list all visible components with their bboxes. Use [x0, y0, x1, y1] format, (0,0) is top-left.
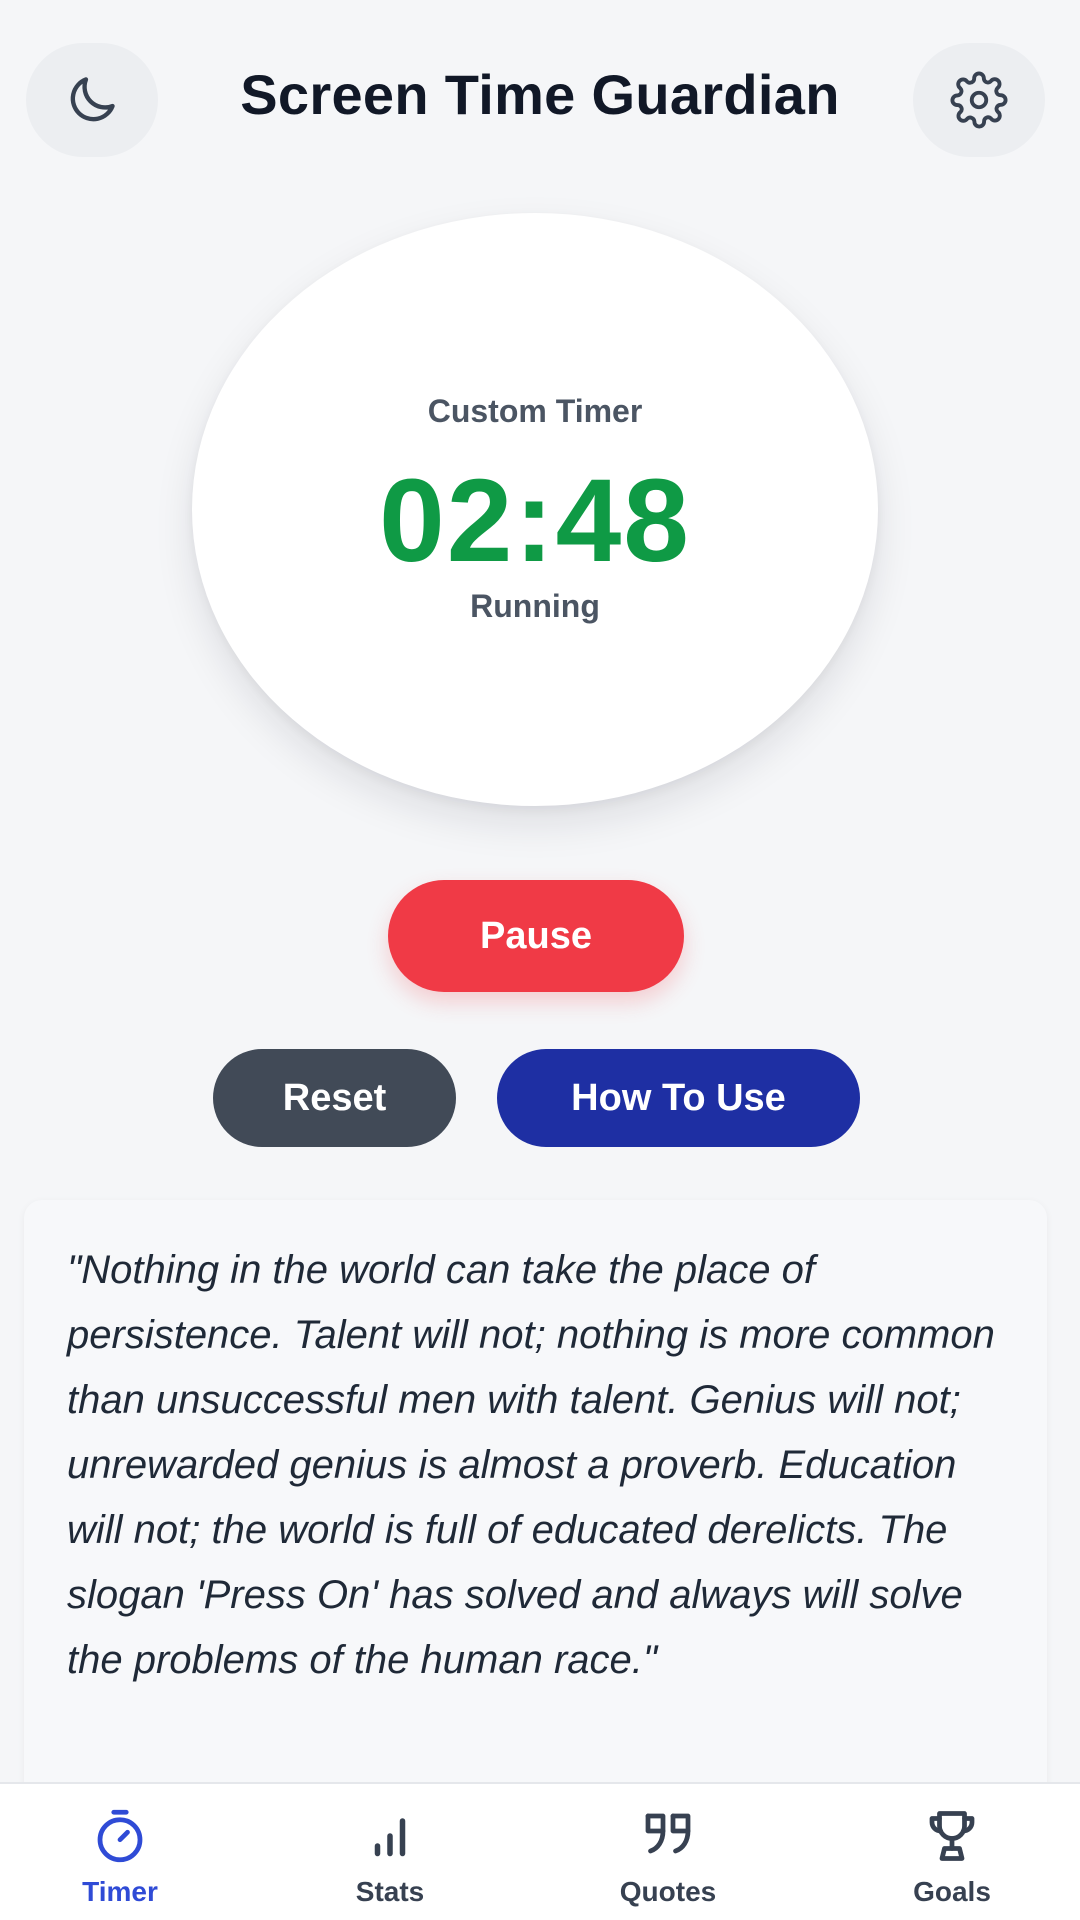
- quote-icon: [645, 1813, 691, 1854]
- nav-label-timer: Timer: [82, 1876, 158, 1907]
- settings-button[interactable]: [913, 43, 1045, 157]
- nav-label-goals: Goals: [913, 1876, 991, 1907]
- app-root: Screen Time Guardian Custom Timer 02:48 …: [0, 0, 1080, 1920]
- moon-icon: [70, 77, 115, 122]
- nav-label-stats: Stats: [355, 1876, 425, 1907]
- page-title: Screen Time Guardian: [240, 63, 840, 126]
- gear-icon: [950, 71, 1008, 129]
- timer-status-label: Running: [470, 588, 600, 624]
- nav-item-goals[interactable]: Goals: [862, 1784, 1042, 1920]
- stopwatch-icon: [97, 1809, 143, 1863]
- bottom-nav: Timer Stats Quotes Goals: [0, 1782, 1080, 1920]
- bar-chart-icon: [374, 1818, 406, 1857]
- timer-mode-label: Custom Timer: [427, 393, 643, 429]
- quote-text: "Nothing in the world can take the place…: [67, 1248, 995, 1682]
- pause-button[interactable]: Pause: [388, 880, 684, 992]
- timer-countdown: 02:48: [379, 455, 691, 587]
- nav-item-timer[interactable]: Timer: [30, 1784, 210, 1920]
- header: Screen Time Guardian: [0, 0, 1080, 200]
- nav-item-quotes[interactable]: Quotes: [578, 1784, 758, 1920]
- how-to-use-button[interactable]: How To Use: [497, 1049, 860, 1147]
- quote-card: "Nothing in the world can take the place…: [24, 1200, 1047, 1800]
- reset-button[interactable]: Reset: [213, 1049, 456, 1147]
- theme-toggle-button[interactable]: [26, 43, 158, 157]
- trophy-icon: [929, 1811, 975, 1861]
- nav-item-stats[interactable]: Stats: [300, 1784, 480, 1920]
- timer-display: Custom Timer 02:48 Running: [192, 213, 878, 806]
- nav-label-quotes: Quotes: [619, 1876, 717, 1907]
